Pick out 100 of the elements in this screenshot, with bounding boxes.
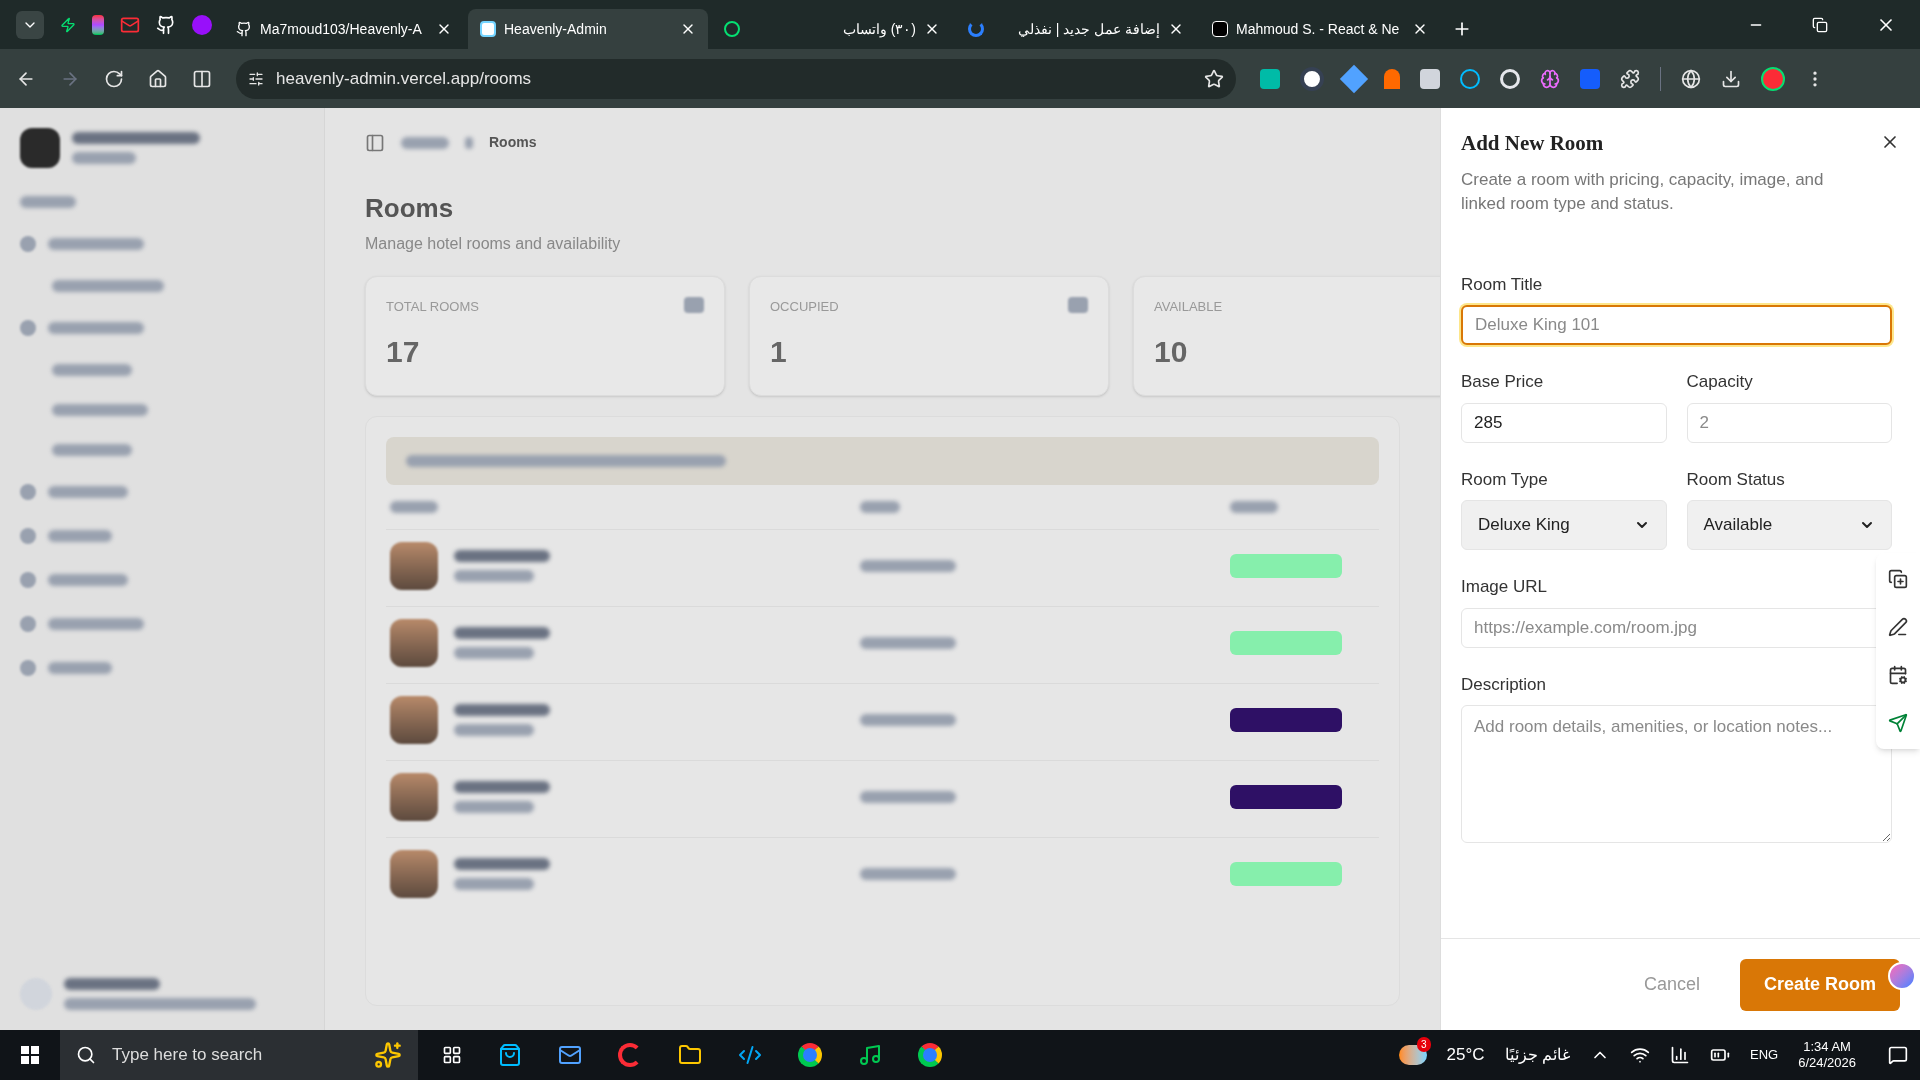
- search-icon: [76, 1045, 96, 1065]
- bolt-icon[interactable]: [60, 16, 76, 33]
- room-thumbnail: [390, 696, 438, 744]
- browser-icon[interactable]: [798, 1043, 822, 1067]
- clock-date[interactable]: 6/24/2026: [1798, 1055, 1856, 1071]
- room-thumbnail: [390, 773, 438, 821]
- taskbar-search[interactable]: Type here to search: [60, 1030, 418, 1080]
- up-icon: [1212, 21, 1228, 37]
- bed-icon: [1068, 297, 1088, 313]
- blurred-text: [48, 530, 112, 542]
- mail-icon[interactable]: [558, 1043, 582, 1067]
- blurred-text: [20, 196, 76, 208]
- extensions-icon[interactable]: [1620, 68, 1640, 89]
- bookmark-icon[interactable]: [1204, 68, 1224, 89]
- page-heading: Rooms: [365, 192, 455, 225]
- blurred-text: [390, 501, 438, 513]
- stat-label: OCCUPIED: [770, 298, 839, 316]
- field-label: Room Type: [1461, 468, 1549, 491]
- field-label: Room Title: [1461, 273, 1544, 296]
- blurred-text: [465, 136, 473, 149]
- chat-icon: [724, 21, 740, 37]
- profile-avatar[interactable]: [1761, 66, 1785, 91]
- blurred-text: [860, 501, 900, 513]
- split-view-icon[interactable]: [192, 68, 212, 89]
- address-bar[interactable]: heavenly-admin.vercel.app/rooms: [236, 58, 1236, 99]
- text-field[interactable]: 285: [1461, 402, 1667, 443]
- nav-icon: [20, 528, 36, 544]
- stat-label: TOTAL ROOMS: [386, 298, 479, 316]
- description-field[interactable]: Add room details, amenities, or location notes...: [1461, 705, 1892, 843]
- download-icon[interactable]: [1721, 68, 1741, 89]
- reload-icon[interactable]: [104, 68, 124, 89]
- extension-icon[interactable]: [1420, 68, 1440, 89]
- page-subheading: Manage hotel rooms and availability: [365, 234, 622, 254]
- stat-value: 1: [770, 333, 788, 370]
- store-icon[interactable]: [498, 1043, 522, 1067]
- browser-tab[interactable]: Ma7moud103/Heavenly-A: [224, 9, 464, 49]
- bed-icon: [684, 297, 704, 313]
- task-view-icon[interactable]: [442, 1045, 462, 1065]
- notifications-icon[interactable]: [1888, 1045, 1908, 1065]
- wifi-icon[interactable]: [1630, 1045, 1650, 1065]
- calendar-icon[interactable]: [1888, 665, 1908, 685]
- blurred-text: [401, 136, 449, 149]
- music-icon[interactable]: [858, 1043, 882, 1067]
- pen-icon[interactable]: [1888, 617, 1908, 637]
- drawer-description: Create a room with pricing, capacity, image, and linked room type and status.: [1461, 168, 1825, 215]
- sparkles-icon: [374, 1041, 402, 1069]
- swirl-icon: [968, 21, 984, 37]
- code-editor-icon[interactable]: [738, 1043, 762, 1067]
- figma-icon[interactable]: [92, 14, 104, 35]
- room-thumbnail: [390, 619, 438, 667]
- temperature: 25°C: [1446, 1044, 1485, 1067]
- browser-tab[interactable]: إضافة عمل جديد | نفذلي: [956, 9, 1196, 49]
- field-label: Capacity: [1686, 371, 1754, 393]
- send-icon[interactable]: [1888, 713, 1908, 733]
- browser-tab[interactable]: (٣٠) واتساب: [712, 9, 952, 49]
- signal-icon[interactable]: [1670, 1045, 1690, 1065]
- site-icon: [480, 21, 496, 37]
- stat-value: 10: [1154, 333, 1189, 370]
- text-field[interactable]: Deluxe King 101: [1461, 305, 1892, 345]
- select-field[interactable]: Deluxe King: [1461, 500, 1667, 550]
- field-label: Image URL: [1461, 576, 1548, 598]
- room-thumbnail: [390, 850, 438, 898]
- select-field[interactable]: Available: [1686, 500, 1892, 550]
- language-indicator[interactable]: ENG: [1750, 1045, 1779, 1065]
- extension-icon[interactable]: [1300, 66, 1324, 91]
- site-info-icon: [248, 70, 264, 87]
- logo-icon: [20, 128, 60, 168]
- blurred-text: [48, 662, 112, 674]
- breadcrumb-current: Rooms: [489, 133, 537, 152]
- field-label: Description: [1461, 673, 1548, 696]
- browser-tab[interactable]: Heavenly-Admin: [468, 9, 708, 49]
- github-icon[interactable]: [156, 14, 176, 35]
- nav-icon: [20, 320, 36, 336]
- browser-icon[interactable]: [918, 1043, 942, 1067]
- weather-text: غائم جزئيًا: [1504, 1045, 1570, 1066]
- tab-search-button[interactable]: [16, 10, 44, 39]
- sidebar-toggle-icon[interactable]: [365, 132, 385, 153]
- folder-icon[interactable]: [678, 1043, 702, 1067]
- globe-icon[interactable]: [1681, 68, 1701, 89]
- nav-icon: [20, 236, 36, 252]
- browser-tab[interactable]: Mahmoud S. - React & Ne: [1200, 9, 1440, 49]
- room-thumbnail: [390, 542, 438, 590]
- stat-label: AVAILABLE: [1154, 298, 1223, 316]
- nav-icon: [20, 572, 36, 588]
- extension-icon[interactable]: [1260, 68, 1280, 89]
- blurred-text: [1230, 501, 1278, 513]
- blurred-text: [72, 152, 136, 164]
- search-field[interactable]: [386, 437, 1379, 485]
- home-icon[interactable]: [148, 68, 168, 89]
- field-label: Base Price: [1461, 371, 1545, 393]
- copy-plus-icon[interactable]: [1888, 569, 1908, 589]
- restore-icon[interactable]: [1812, 16, 1828, 33]
- weather-badge: 3: [1417, 1037, 1431, 1052]
- drawer-title: Add New Room: [1461, 130, 1604, 157]
- nav-icon: [20, 484, 36, 500]
- extension-icon[interactable]: [1460, 68, 1480, 89]
- stat-value: 17: [386, 333, 421, 370]
- nav-icon: [20, 616, 36, 632]
- nav-icon: [20, 660, 36, 676]
- clock-time[interactable]: 1:34 AM: [1803, 1039, 1851, 1055]
